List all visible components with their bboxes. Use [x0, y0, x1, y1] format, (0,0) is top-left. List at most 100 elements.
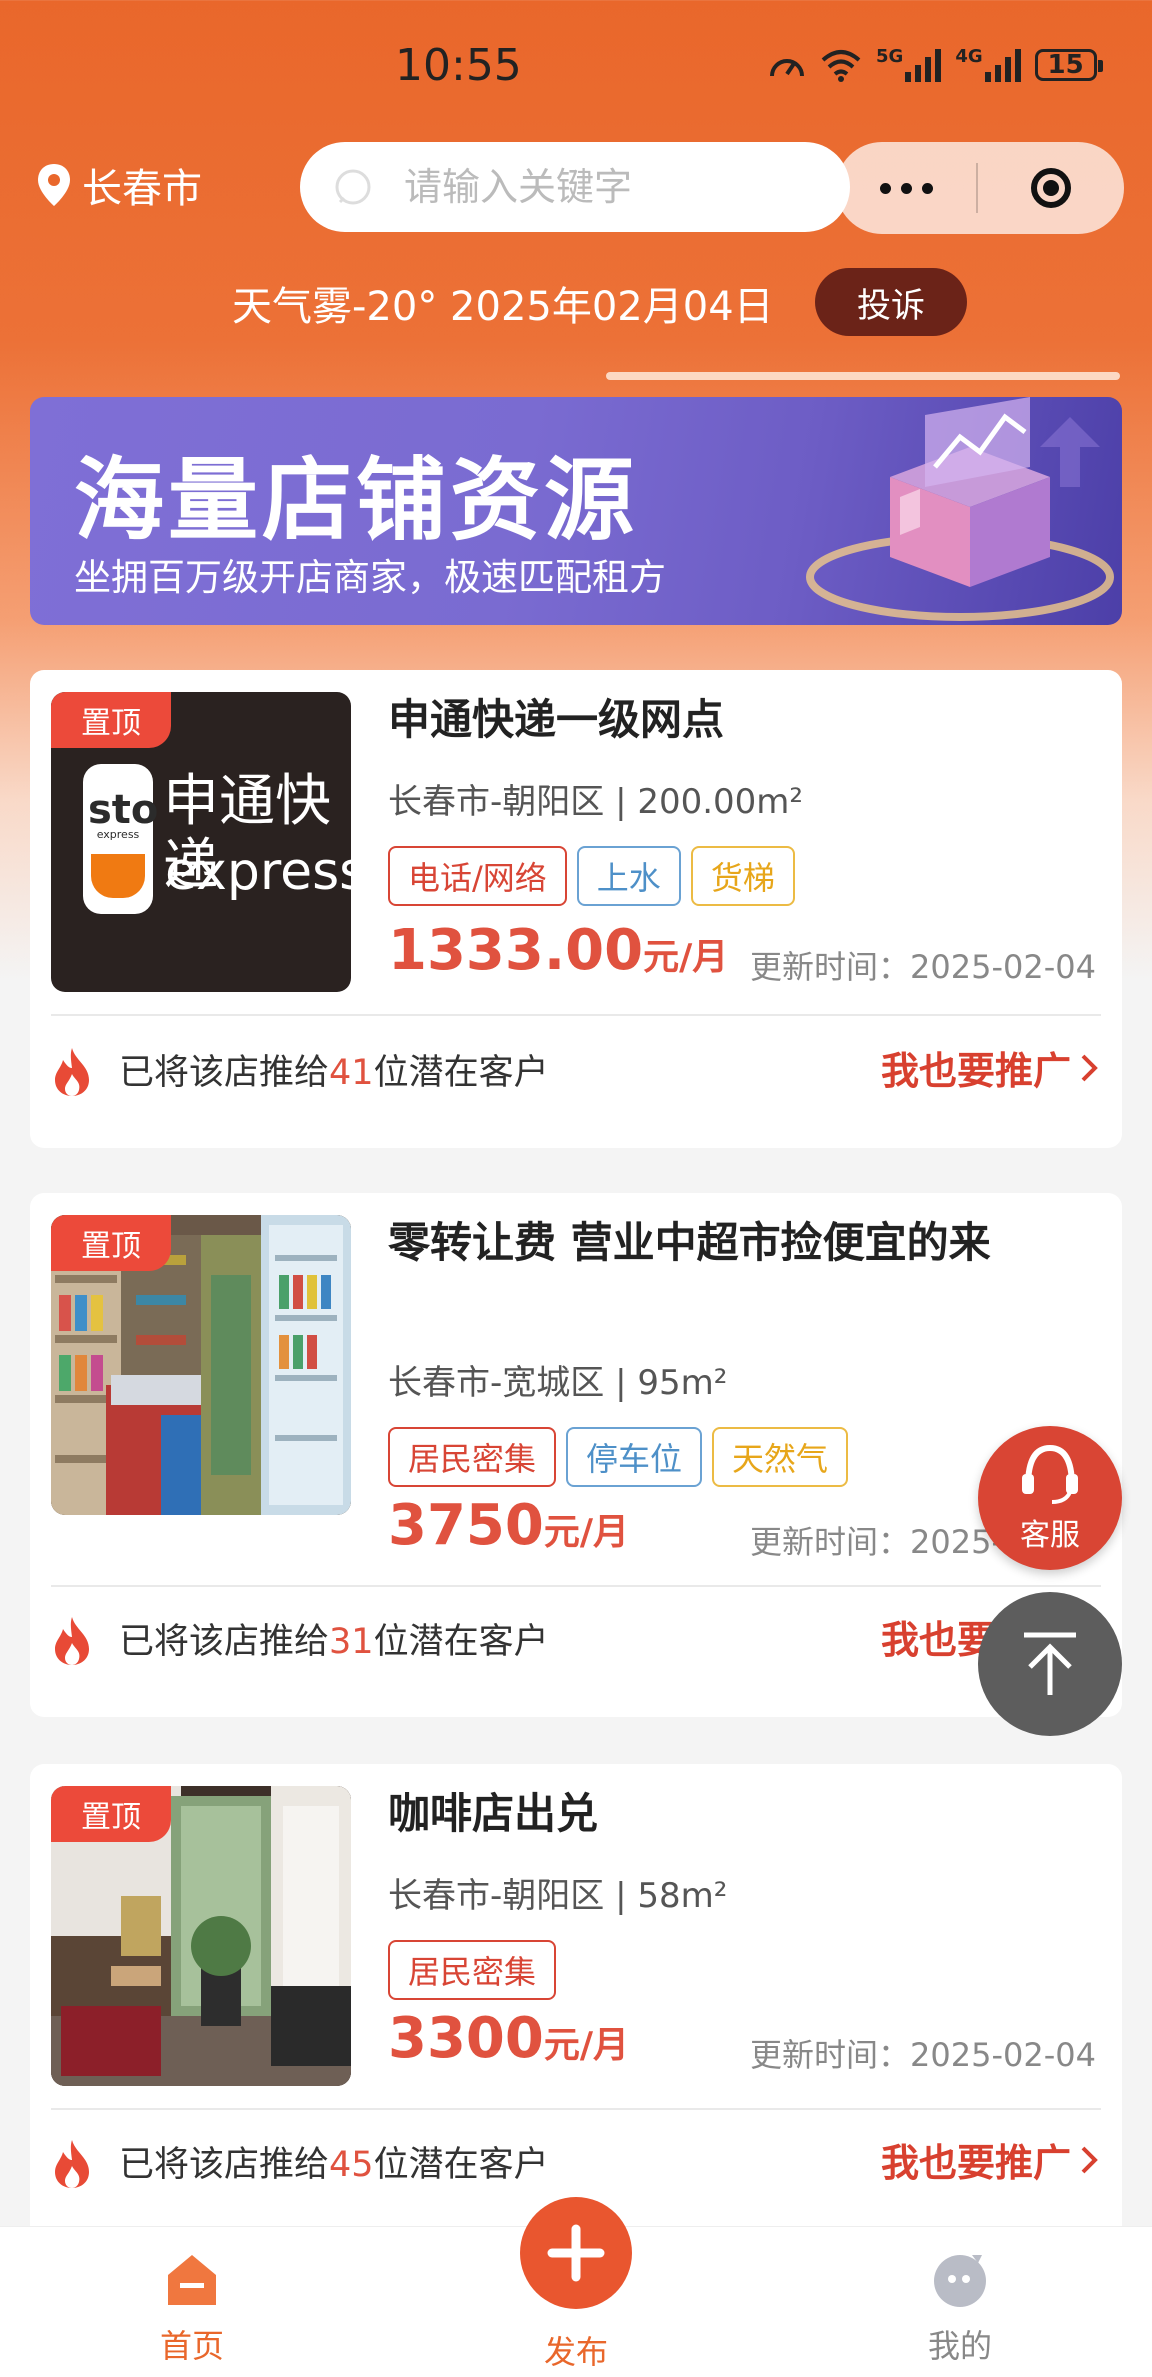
city-name: 长春市: [82, 166, 202, 212]
tag: 停车位: [566, 1427, 703, 1487]
listing-card[interactable]: 置顶 咖啡店出兑 长春市-朝阳区 | 58m² 居民密集 3300元/月 更新时…: [30, 1764, 1122, 2244]
banner-title: 海量店铺资源: [74, 448, 638, 553]
top-bar: 长春市: [0, 140, 1152, 236]
pinned-badge: 置顶: [51, 692, 171, 748]
chevron-right-icon: [1081, 1054, 1098, 1081]
miniprogram-capsule: [836, 142, 1124, 234]
wifi-icon: [821, 50, 861, 82]
search-bar[interactable]: [300, 142, 850, 232]
speed-icon: [770, 59, 804, 77]
updated-time: 更新时间：2025-02-04: [750, 2036, 1096, 2074]
listing-location: 长春市-宽城区 | 95m²: [388, 1363, 728, 1403]
promotion-text: 已将该店推给45位潜在客户: [119, 2136, 549, 2187]
battery-icon: 15: [1034, 49, 1103, 81]
chevron-right-icon: [1081, 2146, 1098, 2173]
price-unit: 元/月: [643, 937, 729, 978]
price-value: 3750: [388, 1493, 544, 1558]
more-menu-button[interactable]: [836, 142, 976, 234]
search-icon: [335, 169, 371, 205]
tag: 电话/网络: [388, 846, 567, 906]
promotion-row: 已将该店推给41位潜在客户 我也要推广: [51, 1030, 1101, 1110]
battery-level: 15: [1047, 50, 1084, 80]
net-label-5g: 5G: [876, 46, 904, 67]
promo-suffix: 位潜在客户: [373, 1622, 549, 1662]
price-unit: 元/月: [543, 1512, 630, 1553]
listing-title: 咖啡店出兑: [388, 1789, 599, 1838]
store-illustration-icon: [806, 397, 1114, 621]
sto-logo-sub: express: [96, 828, 140, 841]
promotion-row: 已将该店推给45位潜在客户 我也要推广: [51, 2122, 1101, 2202]
tab-publish[interactable]: 发布: [476, 2227, 676, 2377]
profile-icon: [934, 2255, 986, 2307]
net-label-4g: 4G: [955, 46, 983, 67]
banner-subtitle: 坐拥百万级开店商家，极速匹配租方: [74, 556, 666, 599]
tag: 天然气: [712, 1427, 849, 1487]
arrow-up-icon: [1024, 1632, 1076, 1695]
promotion-text: 已将该店推给41位潜在客户: [119, 1044, 549, 1095]
tab-home[interactable]: 首页: [92, 2227, 292, 2377]
tag: 上水: [576, 846, 681, 906]
tag: 居民密集: [388, 1940, 557, 2000]
price-value: 3300: [388, 2006, 544, 2071]
close-miniprogram-button[interactable]: [978, 168, 1124, 208]
bottom-tab-bar: 首页 发布 我的: [0, 2197, 1152, 2377]
status-bar: 10:55 5G 4G 15: [0, 0, 1152, 130]
signal-5g-icon: 5G: [876, 46, 942, 82]
listing-location: 长春市-朝阳区 | 58m²: [388, 1876, 728, 1916]
promote-label: 我也要推广: [880, 2141, 1071, 2185]
tab-mine[interactable]: 我的: [860, 2227, 1060, 2377]
promote-label: 我也要推广: [880, 1049, 1071, 1093]
sto-logo-text: sto: [88, 787, 159, 833]
tab-home-label: 首页: [159, 2327, 224, 2365]
customer-service-button[interactable]: 客服: [978, 1426, 1122, 1570]
promo-suffix: 位潜在客户: [373, 2145, 549, 2185]
listing-thumbnail: 置顶: [51, 1215, 351, 1515]
promo-banner[interactable]: 海量店铺资源 坐拥百万级开店商家，极速匹配租方: [30, 397, 1122, 625]
tab-mine-label: 我的: [927, 2327, 992, 2365]
promote-link[interactable]: 我也要推广: [881, 1040, 1101, 1095]
listing-card[interactable]: 置顶 零转让费 营业中超市捡便宜的来 长春市-宽城区 | 95m² 居民密集 停…: [30, 1193, 1122, 1717]
fire-icon: [55, 2140, 89, 2188]
fire-icon: [55, 1048, 89, 1096]
updated-time: 更新时间：2025-02-04: [750, 948, 1096, 986]
weather-text: 天气雾-20° 2025年02月04日: [232, 284, 774, 330]
listing-card[interactable]: 置顶 sto express 申通快递 express 申通快递一级网点 长春市…: [30, 670, 1122, 1148]
tab-publish-label: 发布: [543, 2333, 608, 2371]
listing-tags: 居民密集: [388, 1940, 557, 2000]
status-icons: 5G 4G 15: [768, 45, 1103, 85]
home-icon: [168, 2255, 216, 2305]
listing-thumbnail: 置顶 sto express 申通快递 express: [51, 692, 351, 992]
city-selector[interactable]: 长春市: [36, 156, 202, 214]
card-divider: [51, 2108, 1101, 2110]
listing-price: 3750元/月: [388, 1493, 629, 1558]
service-label: 客服: [1020, 1518, 1080, 1553]
listing-tags: 电话/网络 上水 货梯: [388, 846, 795, 906]
signal-4g-icon: 4G: [955, 46, 1021, 82]
tag: 居民密集: [388, 1427, 557, 1487]
card-divider: [51, 1014, 1101, 1016]
target-icon: [1031, 168, 1071, 208]
promo-count: 45: [329, 2145, 374, 2185]
promo-prefix: 已将该店推给: [119, 2145, 330, 2185]
pinned-badge: 置顶: [51, 1786, 171, 1842]
fire-icon: [55, 1617, 89, 1665]
listing-tags: 居民密集 停车位 天然气: [388, 1427, 849, 1487]
tag: 货梯: [690, 846, 795, 906]
status-time: 10:55: [395, 40, 522, 91]
search-input[interactable]: [402, 164, 806, 210]
promotion-row: 已将该店推给31位潜在客户 我也要推广: [51, 1599, 1101, 1679]
listing-location: 长春市-朝阳区 | 200.00m²: [388, 782, 804, 822]
promote-link[interactable]: 我也要推广: [881, 2132, 1101, 2187]
promotion-text: 已将该店推给31位潜在客户: [119, 1613, 549, 1664]
location-pin-icon: [38, 164, 70, 206]
listing-price: 1333.00元/月: [388, 918, 728, 983]
listing-title: 零转让费 营业中超市捡便宜的来: [388, 1218, 991, 1267]
back-to-top-button[interactable]: [978, 1592, 1122, 1736]
promo-count: 31: [329, 1622, 374, 1662]
listing-price: 3300元/月: [388, 2006, 629, 2071]
promo-prefix: 已将该店推给: [119, 1622, 330, 1662]
listing-thumbnail: 置顶: [51, 1786, 351, 2086]
card-divider: [51, 1585, 1101, 1587]
pinned-badge: 置顶: [51, 1215, 171, 1271]
complain-button[interactable]: 投诉: [815, 268, 967, 336]
